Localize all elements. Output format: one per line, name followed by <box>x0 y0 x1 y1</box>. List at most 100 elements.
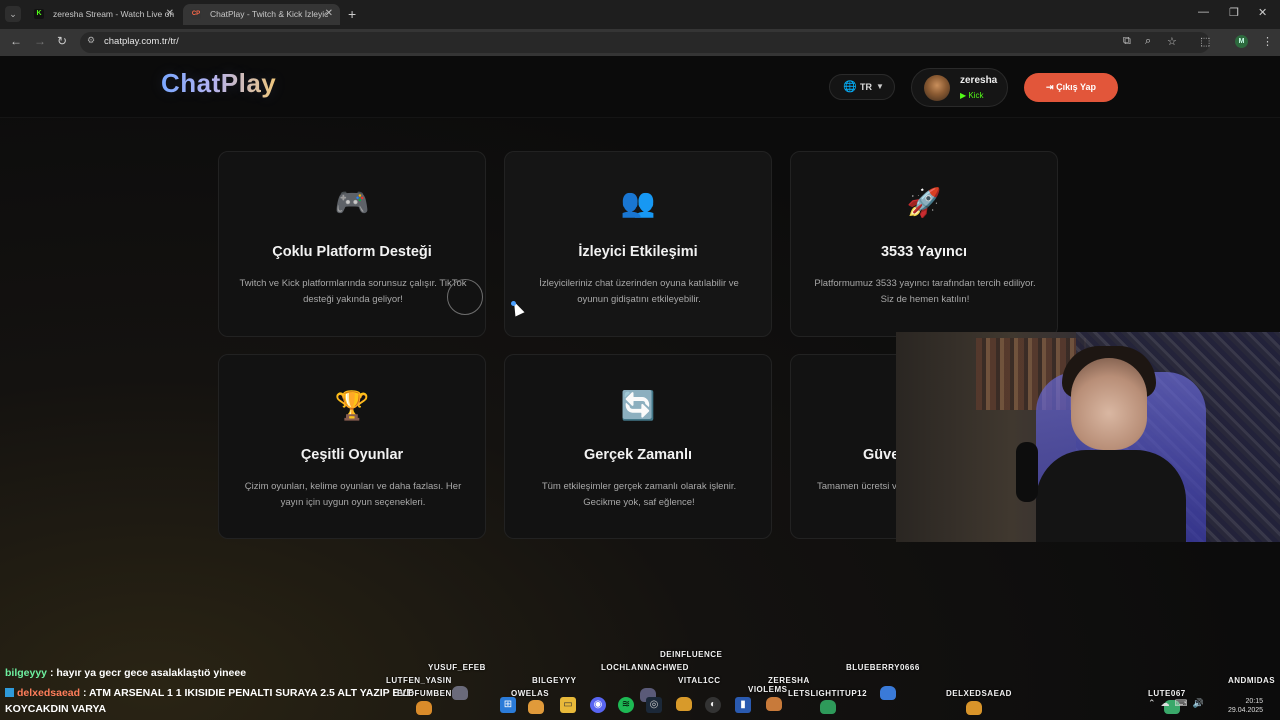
cursor-highlight <box>511 301 516 306</box>
users-icon: 👥 <box>620 187 656 218</box>
chat-username: bilgeyyy <box>5 667 48 679</box>
card-title: 3533 Yayıncı <box>880 244 967 260</box>
steam-icon[interactable]: ◎ <box>646 697 662 713</box>
username: zeresha <box>960 75 998 86</box>
chat-message-continuation: KOYCAKDIN VARYA <box>5 703 107 715</box>
trophy-icon: 🏆 <box>334 390 370 421</box>
viewer-name: VIOLEMS <box>748 685 788 694</box>
feature-card-streamers: 🚀 3533 Yayıncı Platformumuz 3533 yayıncı… <box>790 151 1058 337</box>
obs-icon[interactable]: ◐ <box>705 697 721 713</box>
app-icon[interactable]: ▮ <box>735 697 751 713</box>
viewer-name: VITAL1CC <box>678 676 721 685</box>
close-window-icon[interactable]: ✕ <box>1258 6 1267 19</box>
microphone <box>1016 442 1038 502</box>
viewer-name: LUTFEN_YASIN <box>386 676 452 685</box>
install-app-icon[interactable]: ⧉ <box>1123 35 1131 48</box>
viewer-pet <box>416 701 432 715</box>
site-header: ChatPlay 🌐 TR ▼ zeresha ▶ Kick ⇥ Çıkış Y… <box>0 56 1280 118</box>
language-selector[interactable]: 🌐 TR ▼ <box>829 74 895 100</box>
click-indicator <box>447 279 483 315</box>
viewer-name: BLUEBERRY0666 <box>846 663 920 672</box>
viewer-name: LOCHLANNACHWED <box>601 663 689 672</box>
globe-icon: 🌐 <box>843 81 857 93</box>
reload-icon[interactable]: ↻ <box>57 34 67 48</box>
chevron-down-icon: ▼ <box>876 82 884 91</box>
tab-label: zeresha Stream - Watch Live on <box>53 9 175 19</box>
card-description: Platformumuz 3533 yayıncı tarafından ter… <box>814 278 1036 305</box>
card-title: Çeşitli Oyunlar <box>300 447 404 463</box>
close-tab-icon[interactable]: ✕ <box>166 4 174 24</box>
viewer-name: ANDMIDAS <box>1228 676 1276 685</box>
url-text[interactable]: chatplay.com.tr/tr/ <box>104 36 179 47</box>
platform-name: Kick <box>968 91 984 100</box>
clock-time: 20:15 <box>1245 698 1264 705</box>
card-title: Çoklu Platform Desteği <box>272 244 432 260</box>
forward-icon[interactable]: → <box>34 34 46 48</box>
streamer-face <box>1071 358 1147 450</box>
discord-icon[interactable]: ◉ <box>590 697 606 713</box>
viewer-name: ZERESHA <box>768 676 810 685</box>
menu-kebab-icon[interactable]: ⋮ <box>1262 35 1273 48</box>
system-tray[interactable]: ⌃ ☁ ⌨ 🔊 <box>1148 698 1204 709</box>
card-title: Gerçek Zamanlı <box>584 447 692 463</box>
close-tab-icon[interactable]: ✕ <box>325 4 333 24</box>
browser-toolbar: ← → ↻ ⚙ chatplay.com.tr/tr/ ⧉ ⌕ ☆ ⬚ M ⋮ <box>0 29 1280 56</box>
logout-icon: ⇥ <box>1046 82 1054 92</box>
rocket-icon: 🚀 <box>906 187 942 218</box>
minimize-icon[interactable]: — <box>1198 6 1209 18</box>
card-description: Çizim oyunları, kelime oyunları ve daha … <box>244 481 462 508</box>
platform-badge: ▶ Kick <box>960 91 984 100</box>
windows-start-icon[interactable]: ⊞ <box>500 697 516 713</box>
back-icon[interactable]: ← <box>10 34 22 48</box>
viewer-pet <box>966 701 982 715</box>
tab-label: ChatPlay - Twitch & Kick İzleyic <box>210 9 329 19</box>
chatplay-logo[interactable]: ChatPlay <box>161 68 276 99</box>
extensions-icon[interactable]: ⬚ <box>1200 35 1210 48</box>
viewer-name: ELDFUMBENN <box>397 689 458 698</box>
zoom-icon[interactable]: ⌕ <box>1145 35 1151 48</box>
card-title: İzleyici Etkileşimi <box>578 244 698 260</box>
viewer-name: LUTE067 <box>1148 689 1186 698</box>
tab-search-icon[interactable]: ⌄ <box>5 6 21 22</box>
avatar <box>924 75 950 101</box>
viewer-pet <box>452 686 468 700</box>
site-info-icon[interactable]: ⚙ <box>87 35 95 46</box>
viewer-pet <box>820 700 836 714</box>
card-description: Tüm etkileşimler gerçek zamanlı olarak i… <box>541 481 737 508</box>
streamer-body <box>1036 450 1186 542</box>
taskbar-clock[interactable]: 20:15 29.04.2025 <box>1228 697 1263 715</box>
address-bar[interactable]: ⚙ chatplay.com.tr/tr/ <box>80 32 1210 53</box>
chat-text: hayır ya gecr gece asalaklaştıö yineee <box>56 667 247 679</box>
file-explorer-icon[interactable]: ▭ <box>560 697 576 713</box>
tab-chatplay[interactable]: CP ChatPlay - Twitch & Kick İzleyic ✕ <box>183 4 340 25</box>
subscriber-badge-icon <box>5 688 14 697</box>
viewer-pet <box>528 700 544 714</box>
spotify-icon[interactable]: ≋ <box>618 697 634 713</box>
feature-card-viewer-interaction: 👥 İzleyici Etkileşimi İzleyicileriniz ch… <box>504 151 772 337</box>
play-icon: ▶ <box>960 91 967 100</box>
viewer-pet <box>676 697 692 711</box>
chat-message: delxedsaead : ATM ARSENAL 1 1 IKISIDIE P… <box>5 687 413 699</box>
page: ChatPlay 🌐 TR ▼ zeresha ▶ Kick ⇥ Çıkış Y… <box>0 56 1280 720</box>
logout-label: Çıkış Yap <box>1056 82 1096 92</box>
viewer-name: YUSUF_EFEB <box>428 663 486 672</box>
new-tab-icon[interactable]: + <box>348 6 356 22</box>
chat-username: delxedsaead <box>17 687 81 699</box>
profile-avatar[interactable]: M <box>1235 35 1248 48</box>
viewer-name: OWELAS <box>511 689 550 698</box>
webcam-overlay <box>896 332 1280 542</box>
bookmark-star-icon[interactable]: ☆ <box>1167 35 1177 48</box>
viewer-name: BILGEYYY <box>532 676 577 685</box>
browser-tab-strip: ⌄ K zeresha Stream - Watch Live on ✕ CP … <box>0 0 1280 29</box>
restore-icon[interactable]: ❐ <box>1229 6 1239 19</box>
card-description: Twitch ve Kick platformlarında sorunsuz … <box>239 278 467 305</box>
viewer-name: LETSLIGHTITUP12 <box>788 689 868 698</box>
logout-button[interactable]: ⇥ Çıkış Yap <box>1024 73 1118 102</box>
chat-message: bilgeyyy : hayır ya gecr gece asalaklaşt… <box>5 667 247 679</box>
feature-card-games: 🏆 Çeşitli Oyunlar Çizim oyunları, kelime… <box>218 354 486 539</box>
user-card[interactable]: zeresha ▶ Kick <box>911 68 1008 107</box>
chatplay-favicon-icon: CP <box>191 9 201 19</box>
tab-kick-stream[interactable]: K zeresha Stream - Watch Live on ✕ <box>26 4 181 25</box>
feature-card-realtime: 🔄 Gerçek Zamanlı Tüm etkileşimler gerçek… <box>504 354 772 539</box>
clock-date: 29.04.2025 <box>1228 707 1264 714</box>
